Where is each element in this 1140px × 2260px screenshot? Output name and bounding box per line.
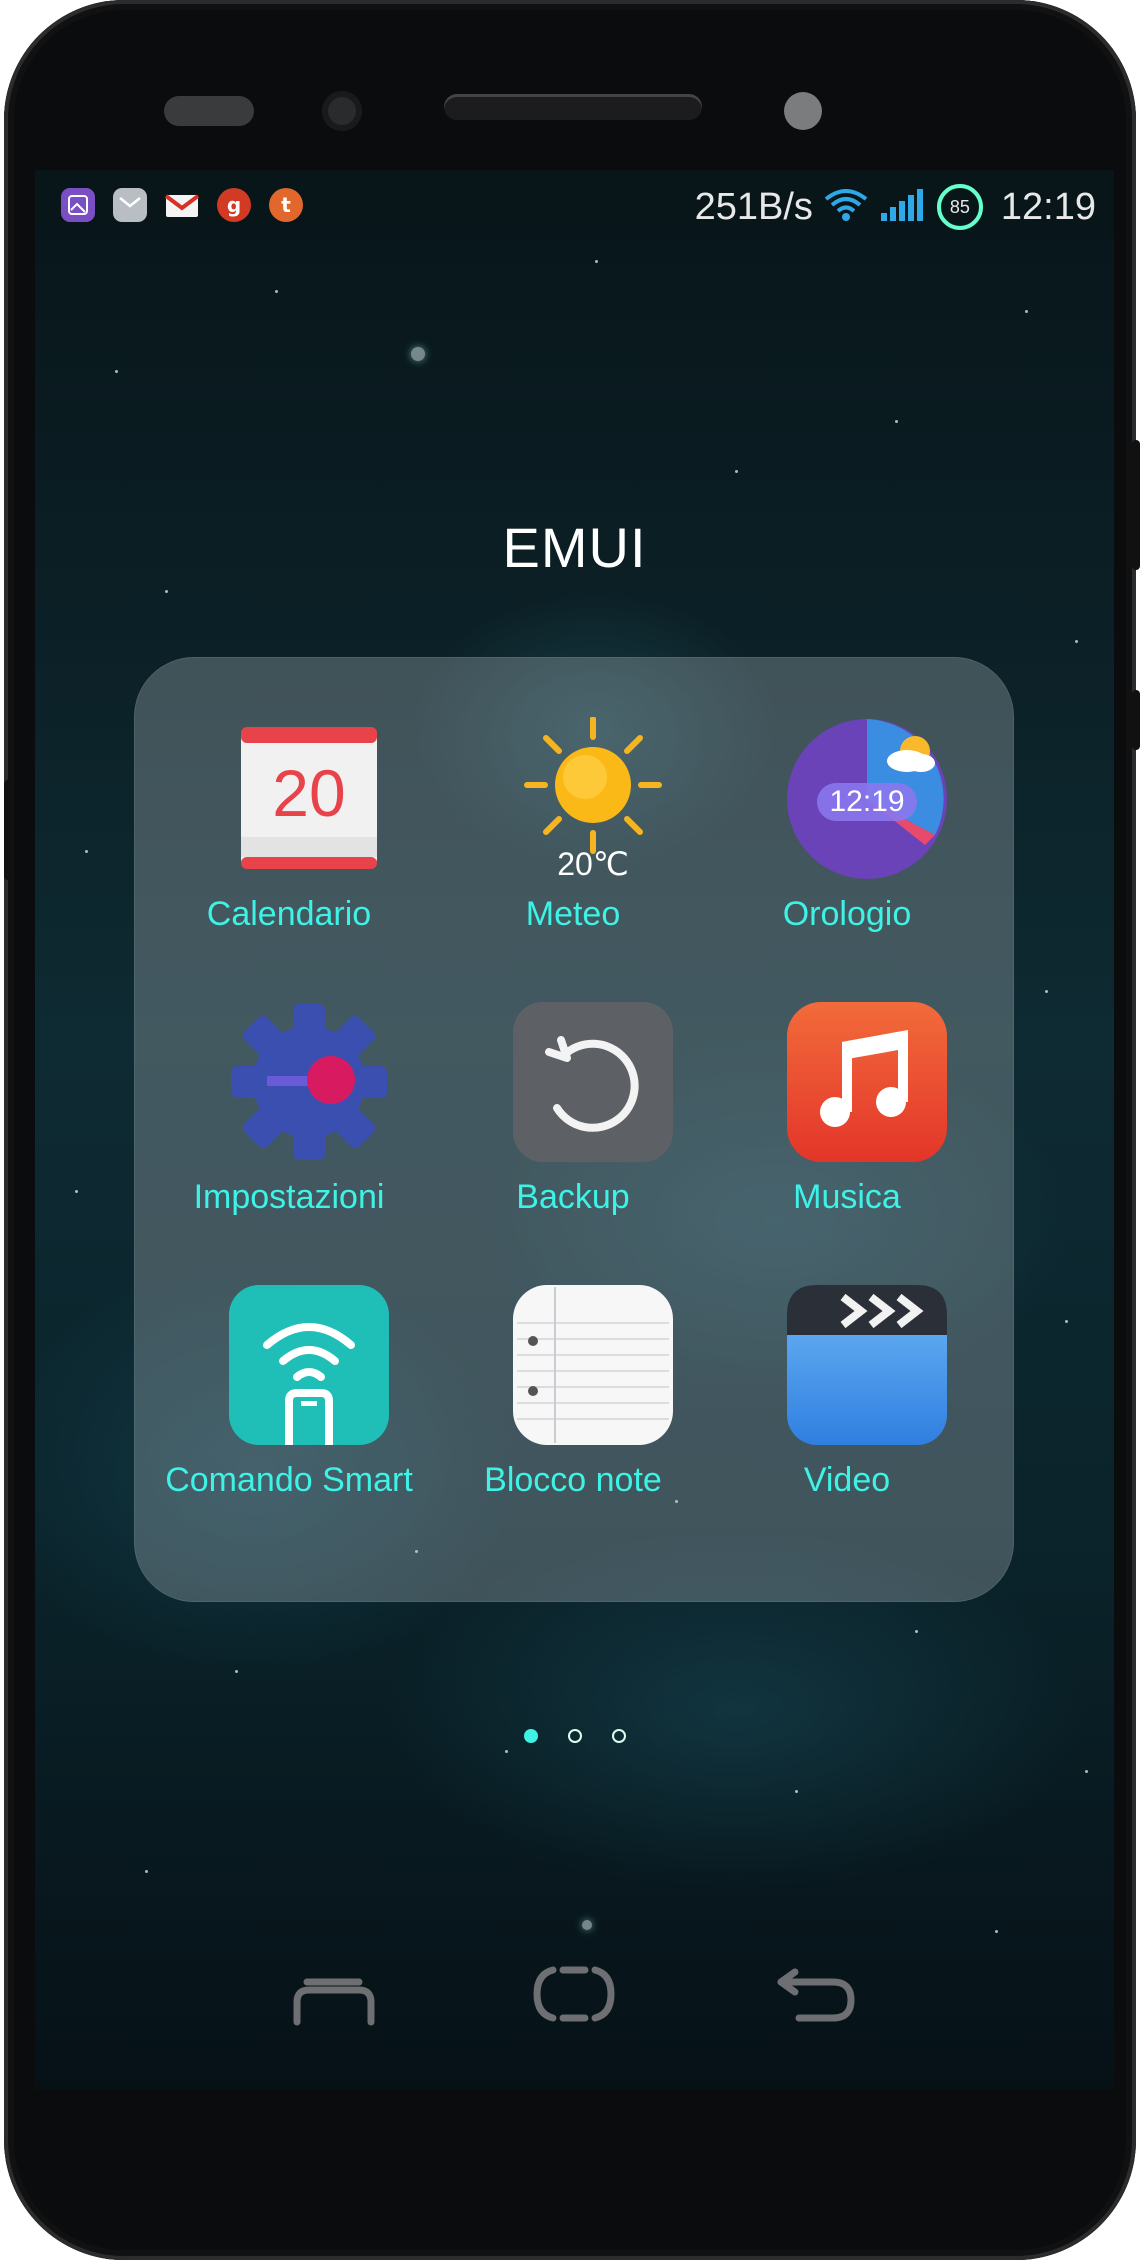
app-impostazioni[interactable]: Impostazioni bbox=[144, 1000, 434, 1240]
tumblr-icon: t bbox=[269, 188, 303, 222]
star bbox=[1085, 1770, 1088, 1773]
signal-icon bbox=[879, 187, 927, 227]
star bbox=[275, 290, 278, 293]
star bbox=[85, 850, 88, 853]
app-blocco-note[interactable]: Blocco note bbox=[428, 1283, 718, 1523]
page-dot-2[interactable] bbox=[567, 1729, 582, 1743]
music-note-icon bbox=[785, 1000, 949, 1164]
star bbox=[582, 1920, 592, 1930]
back-button[interactable] bbox=[769, 1960, 859, 2030]
notepad-icon bbox=[511, 1283, 675, 1447]
volume-button bbox=[1132, 690, 1140, 750]
star bbox=[115, 370, 118, 373]
star bbox=[915, 1630, 918, 1633]
phone-frame: g t 251B/s 85 12:19 EMUI 20 Calendario 2… bbox=[4, 0, 1140, 2260]
app-folder: 20 Calendario 20℃ Meteo 12:19 Orologio I… bbox=[134, 657, 1014, 1743]
star bbox=[145, 1870, 148, 1873]
proximity-sensor bbox=[784, 92, 822, 130]
app-comando-smart[interactable]: Comando Smart bbox=[144, 1283, 434, 1523]
star bbox=[75, 1190, 78, 1193]
star bbox=[505, 1750, 508, 1753]
star bbox=[735, 470, 738, 473]
app-label: Comando Smart bbox=[165, 1461, 413, 1499]
star bbox=[235, 1670, 238, 1673]
page-dot-1[interactable] bbox=[523, 1729, 538, 1743]
star bbox=[411, 347, 425, 361]
calendar-icon: 20 bbox=[227, 717, 391, 881]
star bbox=[995, 1930, 998, 1933]
settings-gear-icon bbox=[227, 1000, 391, 1164]
star bbox=[1025, 310, 1028, 313]
app-label: Musica bbox=[793, 1178, 901, 1216]
app-video[interactable]: Video bbox=[702, 1283, 992, 1523]
recent-apps-icon bbox=[293, 1978, 375, 2026]
navigation-bar bbox=[4, 1960, 1140, 2080]
front-camera bbox=[322, 91, 362, 131]
star bbox=[595, 260, 598, 263]
power-button bbox=[1132, 440, 1140, 570]
network-speed: 251B/s bbox=[694, 185, 813, 228]
calendar-day: 20 bbox=[272, 756, 346, 830]
app-backup[interactable]: Backup bbox=[428, 1000, 718, 1240]
clock-time: 12:19 bbox=[829, 785, 905, 818]
app-meteo[interactable]: 20℃ Meteo bbox=[428, 716, 718, 957]
recent-apps-button[interactable] bbox=[289, 1960, 379, 2030]
star bbox=[895, 420, 898, 423]
side-key bbox=[4, 780, 12, 880]
notification-icons: g t bbox=[61, 188, 303, 222]
battery-icon: 85 bbox=[936, 184, 983, 230]
front-sensor-strip bbox=[164, 96, 254, 126]
status-time: 12:19 bbox=[1000, 185, 1096, 228]
weather-sun-icon: 20℃ bbox=[511, 716, 675, 882]
clock-icon: 12:19 bbox=[785, 717, 949, 881]
star bbox=[795, 1790, 798, 1793]
star bbox=[1065, 1320, 1068, 1323]
app-musica[interactable]: Musica bbox=[702, 1000, 992, 1240]
gallery-icon bbox=[61, 188, 95, 222]
star bbox=[165, 590, 168, 593]
wifi-icon bbox=[823, 187, 869, 227]
home-button[interactable] bbox=[529, 1960, 619, 2030]
clapperboard-icon bbox=[785, 1283, 949, 1447]
back-icon bbox=[777, 1968, 855, 2022]
app-calendario[interactable]: 20 Calendario bbox=[144, 717, 434, 957]
app-label: Calendario bbox=[206, 895, 372, 933]
google-plus-icon: g bbox=[217, 188, 251, 222]
battery-level: 85 bbox=[949, 196, 970, 217]
app-orologio[interactable]: 12:19 Orologio bbox=[702, 717, 992, 957]
page-dot-3[interactable] bbox=[611, 1729, 626, 1743]
status-bar: g t 251B/s 85 12:19 bbox=[35, 170, 1114, 240]
app-label: Video bbox=[803, 1461, 891, 1499]
mail-icon bbox=[113, 188, 147, 222]
page-indicator bbox=[35, 1729, 1114, 1743]
app-label: Impostazioni bbox=[193, 1178, 385, 1216]
earpiece-speaker bbox=[444, 94, 702, 120]
gmail-icon bbox=[165, 188, 199, 222]
home-screen: g t 251B/s 85 12:19 EMUI 20 Calendario 2… bbox=[35, 170, 1114, 2090]
backup-icon bbox=[511, 1000, 675, 1164]
remote-control-icon bbox=[227, 1283, 391, 1447]
star bbox=[1075, 640, 1078, 643]
folder-title[interactable]: EMUI bbox=[35, 515, 1114, 580]
star bbox=[1045, 990, 1048, 993]
weather-temperature: 20℃ bbox=[557, 846, 629, 882]
status-indicators: 251B/s 85 12:19 bbox=[695, 184, 1096, 230]
home-icon bbox=[533, 1966, 615, 2022]
app-label: Orologio bbox=[782, 895, 912, 933]
